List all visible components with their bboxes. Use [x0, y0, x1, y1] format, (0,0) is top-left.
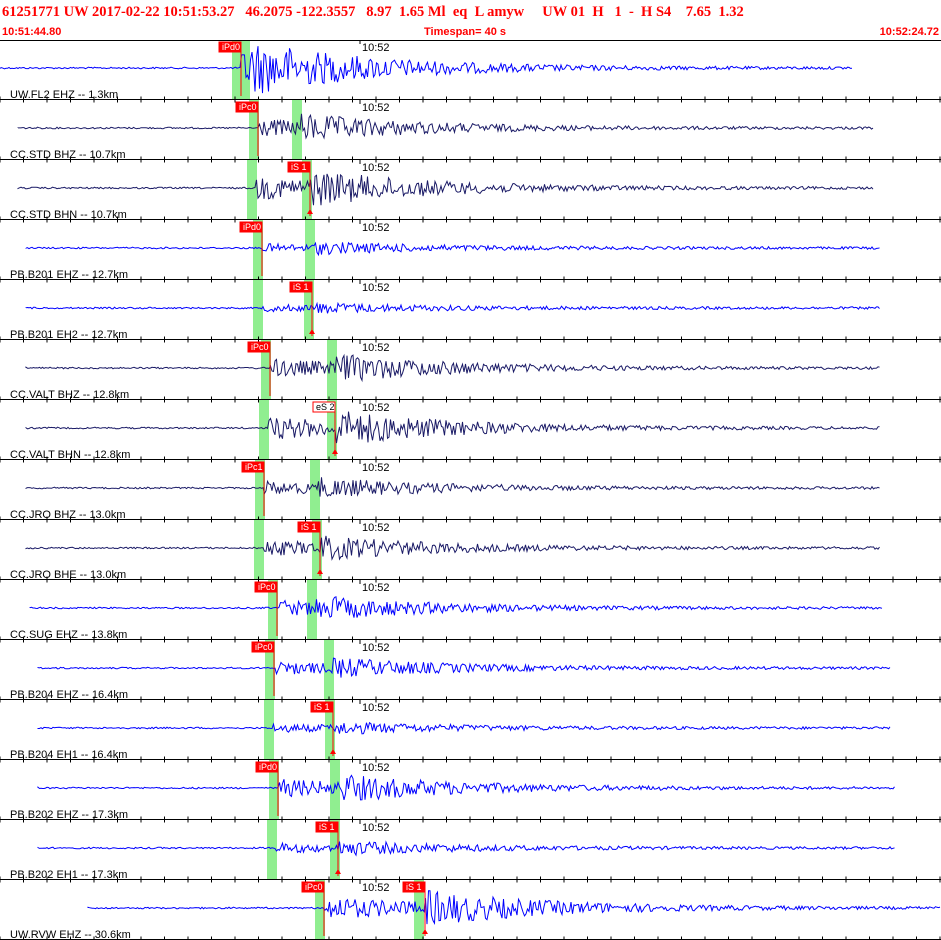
- pick-label: eS 2: [316, 402, 335, 412]
- time-mark: 10:52: [362, 282, 390, 294]
- waveform: [25, 411, 880, 444]
- trace-row[interactable]: iS 1 10:52PB.B204 EH1 -- 16.4km: [0, 700, 941, 763]
- time-mark: 10:52: [362, 882, 390, 894]
- trace-row[interactable]: iPd0 10:52PB.B201 EHZ -- 12.7km: [0, 220, 941, 283]
- time-mark: 10:52: [362, 462, 390, 474]
- pick-label: iPc0: [305, 882, 323, 892]
- time-mark: 10:52: [362, 162, 390, 174]
- waveform: [17, 113, 874, 140]
- trace-row[interactable]: iPc0 10:52CC.VALT BHZ -- 12.8km: [0, 340, 941, 403]
- seismogram-traces-svg[interactable]: iPd0 10:52UW.FL2 EHZ -- 1.3kmiPc0 10:52CC.…: [0, 40, 941, 940]
- pick-label: iPc0: [239, 102, 257, 112]
- trace-row[interactable]: iS 1 10:52CC.JRO BHE -- 13.0km: [0, 520, 941, 583]
- time-mark: 10:52: [362, 42, 390, 54]
- time-mark: 10:52: [362, 582, 390, 594]
- waveform: [0, 46, 853, 94]
- time-mark: 10:52: [362, 102, 390, 114]
- event-header: 61251771 UW 2017-02-22 10:51:53.27 46.20…: [0, 0, 941, 40]
- waveform: [37, 657, 891, 678]
- trace-row[interactable]: iPc0 10:52CC.STD BHZ -- 10.7km: [0, 100, 941, 163]
- pick-label: iS 1: [319, 822, 335, 832]
- waveform: [87, 890, 941, 925]
- pick-label: iS 1: [293, 282, 309, 292]
- waveform: [25, 241, 880, 257]
- trace-row[interactable]: iPd0 10:52PB.B202 EHZ -- 17.3km: [0, 760, 941, 823]
- pick-label: iPd0: [243, 222, 261, 232]
- trace-row[interactable]: iPd0 10:52UW.FL2 EHZ -- 1.3km: [0, 40, 941, 103]
- pick-label: iPc0: [251, 342, 269, 352]
- time-mark: 10:52: [362, 762, 390, 774]
- time-mark: 10:52: [362, 402, 390, 414]
- window-end-time: 10:52:24.72: [879, 26, 939, 38]
- trace-row[interactable]: iPc0 10:52CC.SUG EHZ -- 13.8km: [0, 580, 941, 643]
- p-pick-window: [253, 280, 263, 340]
- pick-label: iS 1: [291, 162, 307, 172]
- time-mark: 10:52: [362, 222, 390, 234]
- p-pick-window: [254, 520, 264, 580]
- pick-label: iPc0: [255, 642, 273, 652]
- time-mark: 10:52: [362, 702, 390, 714]
- waveform: [29, 596, 883, 618]
- waveform: [25, 535, 880, 561]
- pick-label: iPd0: [222, 42, 240, 52]
- waveform: [25, 477, 880, 497]
- s-pick-window: [310, 460, 320, 520]
- p-pick-window: [259, 400, 269, 460]
- timespan-label: Timespan= 40 s: [424, 26, 507, 38]
- trace-row[interactable]: iPc0 10:52PB.B204 EHZ -- 16.4km: [0, 640, 941, 703]
- time-mark: 10:52: [362, 642, 390, 654]
- pick-label: iPc0: [258, 582, 276, 592]
- seismogram-panel[interactable]: iPd0 10:52 UW.FL2 EHZ -- 1.3km iPc0 10:52 CC.…: [0, 40, 941, 940]
- p-pick-window: [247, 160, 257, 220]
- trace-row[interactable]: eS 2 10:52CC.VALT BHN -- 12.8km: [0, 400, 941, 463]
- event-summary-title: 61251771 UW 2017-02-22 10:51:53.27 46.20…: [2, 4, 744, 20]
- pick-label: iS 1: [406, 882, 422, 892]
- waveform: [37, 840, 895, 857]
- p-pick-window: [264, 700, 274, 760]
- trace-row[interactable]: iS 1 10:52PB.B202 EH1 -- 17.3km: [0, 820, 941, 883]
- waveform: [25, 301, 880, 314]
- window-start-time: 10:51:44.80: [2, 26, 62, 38]
- pick-label: iS 1: [314, 702, 330, 712]
- trace-row[interactable]: iS 1 10:52PB.B201 EH2 -- 12.7km: [0, 280, 941, 343]
- trace-row[interactable]: iPc1 10:52CC.JRO BHZ -- 13.0km: [0, 460, 941, 523]
- s-pick-window: [305, 220, 315, 280]
- waveform: [17, 173, 874, 206]
- pick-label: iPc1: [245, 462, 263, 472]
- trace-row[interactable]: iPc0 iS 110:52UW.RVW EHZ -- 30.6km: [0, 880, 941, 940]
- waveform: [37, 721, 891, 735]
- time-mark: 10:52: [362, 522, 390, 534]
- time-mark: 10:52: [362, 822, 390, 834]
- trace-row[interactable]: iS 1 10:52CC.STD BHN -- 10.7km: [0, 160, 941, 223]
- time-mark: 10:52: [362, 342, 390, 354]
- waveform: [37, 774, 895, 801]
- pick-label: iS 1: [301, 522, 317, 532]
- pick-label: iPd0: [259, 762, 277, 772]
- waveform: [25, 353, 880, 383]
